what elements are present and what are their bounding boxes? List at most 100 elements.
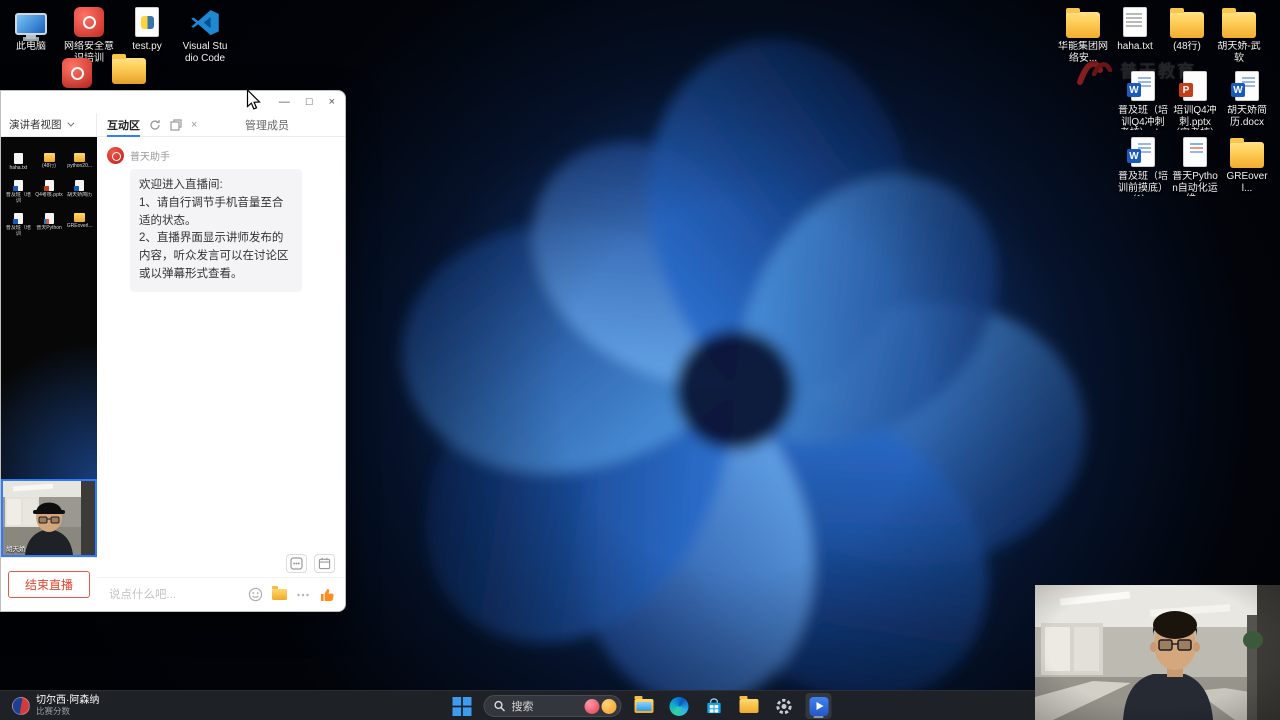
preview-icon: Q4考核.pptx xyxy=(35,180,64,204)
presenter-view-dropdown[interactable]: 演讲者视图 xyxy=(1,113,97,136)
desktop-icon-gre-folder[interactable]: GREoverl... xyxy=(1222,136,1272,196)
chat-message-line: 1、请自行调节手机音量至合适的状态。 xyxy=(139,196,284,227)
presenter-camera-preview: 胡天娇 xyxy=(1,479,97,557)
taskbar-search[interactable]: 搜索 xyxy=(483,695,622,717)
desktop-icon-partial-red[interactable] xyxy=(62,58,92,88)
this-pc-icon xyxy=(15,13,47,39)
desktop-icon-class-doc[interactable]: 普及班（培训Q4冲刺考核）.d... xyxy=(1118,70,1168,130)
window-subbar: 演讲者视图 互动区 × 管理成员 xyxy=(1,113,345,137)
assistant-name: 普天助手 xyxy=(130,152,170,163)
chat-tabs: 互动区 × 管理成员 xyxy=(97,113,345,136)
ppt-file-icon xyxy=(1179,71,1207,101)
chat-panel: 普天助手 欢迎进入直播间: 1、请自行调节手机音量至合适的状态。 2、直播界面显… xyxy=(97,137,345,611)
sports-widget-icon xyxy=(12,697,30,715)
minimize-button[interactable]: — xyxy=(279,96,290,108)
taskbar-store[interactable] xyxy=(701,693,727,719)
folder-icon xyxy=(1066,7,1100,38)
red-app-icon xyxy=(62,58,92,88)
chat-tools-row xyxy=(97,549,345,577)
folder-icon xyxy=(74,213,86,222)
end-stream-button[interactable]: 结束直播 xyxy=(7,571,90,598)
chat-message-bubble: 欢迎进入直播间: 1、请自行调节手机音量至合适的状态。 2、直播界面显示讲师发布… xyxy=(130,169,302,292)
thumbs-up-icon[interactable] xyxy=(319,587,335,603)
folder-icon xyxy=(739,696,758,713)
word-file-icon xyxy=(1127,137,1155,167)
taskbar-folder[interactable] xyxy=(736,693,762,719)
microsoft-store-icon xyxy=(706,697,721,713)
folder-icon xyxy=(1170,7,1204,38)
taskbar-edge[interactable] xyxy=(666,693,692,719)
desktop-icon-vscode[interactable]: Visual Studio Code xyxy=(180,6,230,64)
search-placeholder: 搜索 xyxy=(511,701,534,713)
ppt-file-icon xyxy=(43,180,54,191)
desktop-icon-test-py[interactable]: test.py xyxy=(122,6,172,64)
live-app-icon xyxy=(809,696,828,716)
chat-message-line: 2、直播界面显示讲师发布的内容，听众发言可以在讨论区或以弹幕形式查看。 xyxy=(139,232,289,281)
desktop-icon-q4-pptx[interactable]: 培训Q4冲刺.pptx（完考核） xyxy=(1170,70,1220,130)
search-icon xyxy=(494,700,505,712)
file-attach-icon[interactable] xyxy=(272,586,287,600)
widget-subtitle: 比赛分数 xyxy=(36,705,71,716)
word-file-icon xyxy=(1231,71,1259,101)
screen-share-preview[interactable]: haha.txt (48行) python20... 普及班（培训 Q4考核.p… xyxy=(1,137,97,479)
security-training-icon xyxy=(74,7,104,37)
taskbar-live-app[interactable] xyxy=(805,693,832,719)
text-file-icon xyxy=(13,153,23,164)
edge-icon xyxy=(669,696,688,716)
emoji-panel-icon[interactable] xyxy=(286,553,307,573)
chat-input-row xyxy=(97,577,345,611)
desktop-icon-security-training[interactable]: 网络安全意识培训 xyxy=(64,6,114,64)
vscode-icon xyxy=(191,10,219,36)
desktop-icon-this-pc[interactable]: 此电脑 xyxy=(6,6,56,64)
taskbar-file-explorer[interactable] xyxy=(631,693,657,719)
live-stream-app-window: — □ × 演讲者视图 互动区 × 管理成员 haha.txt (48行) py… xyxy=(0,90,346,612)
emoji-icon[interactable] xyxy=(248,587,263,602)
desktop-icon-pretest-doc[interactable]: 普及班（培训前摸底）(1)... xyxy=(1118,136,1168,196)
document-file-icon xyxy=(1183,137,1207,167)
desktop-icon-resume-docx[interactable]: 胡天娇简历.docx xyxy=(1222,70,1272,130)
schedule-icon[interactable] xyxy=(314,553,335,573)
instructor-video xyxy=(1035,585,1280,720)
taskbar-settings[interactable] xyxy=(771,693,797,719)
chat-message-line: 欢迎进入直播间: xyxy=(139,179,223,191)
close-button[interactable]: × xyxy=(329,96,335,108)
desktop-icon-48-folder[interactable]: (48行) xyxy=(1162,6,1212,64)
presenter-name-label: 胡天娇 xyxy=(6,546,26,553)
windows-logo-icon xyxy=(452,696,471,716)
preview-icon: haha.txt xyxy=(4,153,33,171)
desktop-icon-partial-folder[interactable] xyxy=(112,54,146,84)
python-file-icon xyxy=(135,7,159,37)
preview-icon: 普及班（培训 xyxy=(4,180,33,204)
close-panel-icon[interactable]: × xyxy=(191,119,197,131)
preview-icon: 普及班（培训 xyxy=(4,213,33,237)
preview-icon: 普天Python xyxy=(35,213,64,237)
widgets-button[interactable]: 切尔西·阿森纳 比赛分数 xyxy=(6,693,105,719)
refresh-icon[interactable] xyxy=(149,119,161,131)
preview-icon: (48行) xyxy=(35,153,64,171)
tab-interaction[interactable]: 互动区 xyxy=(107,113,140,137)
folder-icon xyxy=(43,153,55,162)
presenter-sidebar: haha.txt (48行) python20... 普及班（培训 Q4考核.p… xyxy=(1,137,97,611)
more-icon[interactable] xyxy=(296,588,310,602)
text-file-icon xyxy=(1123,7,1147,37)
desktop-icon-huaneng-folder[interactable]: 华能集团网络安... xyxy=(1058,6,1108,64)
folder-icon xyxy=(1230,137,1264,168)
taskbar-center: 搜索 xyxy=(449,691,832,720)
chat-input[interactable] xyxy=(107,587,239,602)
word-file-icon xyxy=(12,180,23,191)
tab-members[interactable]: 管理成员 xyxy=(245,117,289,133)
preview-icon: python20... xyxy=(65,153,94,171)
desktop-icon-python-ops[interactable]: 普天Python自动化运维... xyxy=(1170,136,1220,196)
preview-icon: GREoverl... xyxy=(65,213,94,237)
desktop-icon-hutianjiao-folder[interactable]: 胡天娇-武软 xyxy=(1214,6,1264,64)
maximize-button[interactable]: □ xyxy=(306,96,313,108)
start-button[interactable] xyxy=(449,693,475,719)
chat-messages: 普天助手 欢迎进入直播间: 1、请自行调节手机音量至合适的状态。 2、直播界面显… xyxy=(97,137,345,549)
folder-icon xyxy=(1222,7,1256,38)
word-file-icon xyxy=(74,180,85,191)
desktop-icon-haha-txt[interactable]: haha.txt xyxy=(1110,6,1160,64)
window-titlebar: — □ × xyxy=(1,91,345,113)
chevron-down-icon xyxy=(66,119,74,127)
popout-icon[interactable] xyxy=(170,118,182,131)
word-file-icon xyxy=(1127,71,1155,101)
